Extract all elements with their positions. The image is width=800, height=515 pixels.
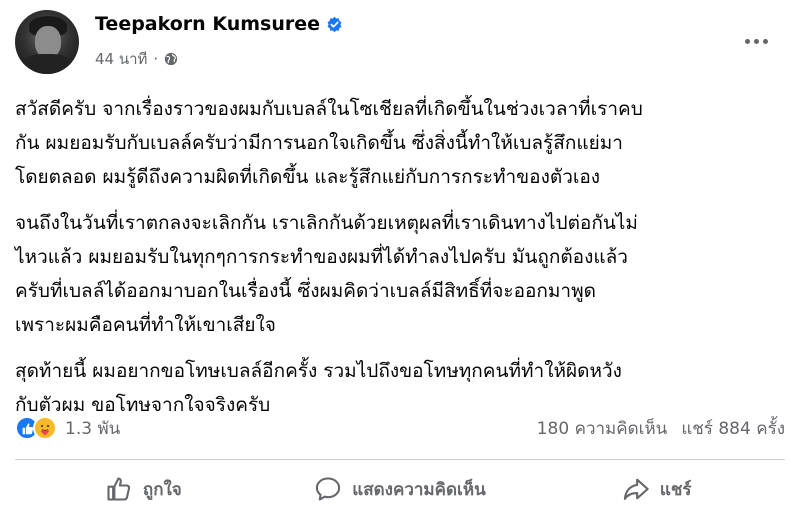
like-label: ถูกใจ [142,479,182,500]
post-meta: 44 นาที · [95,47,178,71]
avatar[interactable] [15,10,79,74]
post-line: โดยตลอด ผมรู้ดีถึงความผิดที่เกิดขึ้น และ… [15,166,601,188]
post-line: ไหวแล้ว ผมยอมรับในทุกๆการกระทำของผมที่ได… [15,246,628,268]
author-name[interactable]: Teepakorn Kumsuree [95,13,320,35]
post-line: จนถึงในวันที่เราตกลงจะเลิกกัน เราเลิกกัน… [15,212,638,234]
comment-bubble-icon [316,477,341,501]
post-body: สวัสดีครับ จากเรื่องราวของผมกับเบลล์ในโซ… [15,92,790,434]
share-button[interactable]: แชร์ [528,467,785,511]
share-label: แชร์ [659,479,692,500]
post-paragraph: จนถึงในวันที่เราตกลงจะเลิกกัน เราเลิกกัน… [15,206,790,342]
post-stats: 1.3 พัน 180 ความคิดเห็น แชร์ 884 ครั้ง [15,414,785,442]
meta-separator: · [153,50,159,68]
divider [15,459,785,460]
comment-count[interactable]: 180 ความคิดเห็น [537,415,668,442]
comment-label: แสดงความคิดเห็น [352,479,486,500]
reaction-count: 1.3 พัน [65,418,121,439]
post-line: ครับที่เบลล์ได้ออกมาบอกในเรื่องนี้ ซึ่งผ… [15,280,596,302]
comment-button[interactable]: แสดงความคิดเห็น [272,467,529,511]
post-line: เพราะผมคือคนที่ทำให้เขาเสียใจ [15,314,276,336]
post-paragraph: สุดท้ายนี้ ผมอยากขอโทษเบลล์อีกครั้ง รวมไ… [15,354,790,422]
post-time[interactable]: 44 นาที [95,47,147,71]
post-actions: ถูกใจ แสดงความคิดเห็น แชร์ [15,467,785,511]
like-button[interactable]: ถูกใจ [15,467,272,511]
care-reaction-icon [33,416,57,440]
globe-icon [165,52,178,66]
more-options-icon[interactable] [739,30,773,52]
reactions-summary[interactable]: 1.3 พัน [15,415,120,442]
verified-badge-icon [327,16,342,32]
engagement-counts: 180 ความคิดเห็น แชร์ 884 ครั้ง [537,415,785,442]
post-line: สุดท้ายนี้ ผมอยากขอโทษเบลล์อีกครั้ง รวมไ… [15,360,622,382]
post-line: สวัสดีครับ จากเรื่องราวของผมกับเบลล์ในโซ… [15,98,643,120]
share-arrow-icon [623,478,649,500]
post-paragraph: สวัสดีครับ จากเรื่องราวของผมกับเบลล์ในโซ… [15,92,790,194]
post-header: Teepakorn Kumsuree 44 นาที · [15,10,785,74]
thumbs-up-icon [107,477,130,501]
share-count[interactable]: แชร์ 884 ครั้ง [681,415,785,442]
post-line: กัน ผมยอมรับกับเบลล์ครับว่ามีการนอกใจเกิ… [15,132,623,154]
author-name-row: Teepakorn Kumsuree [95,13,343,35]
